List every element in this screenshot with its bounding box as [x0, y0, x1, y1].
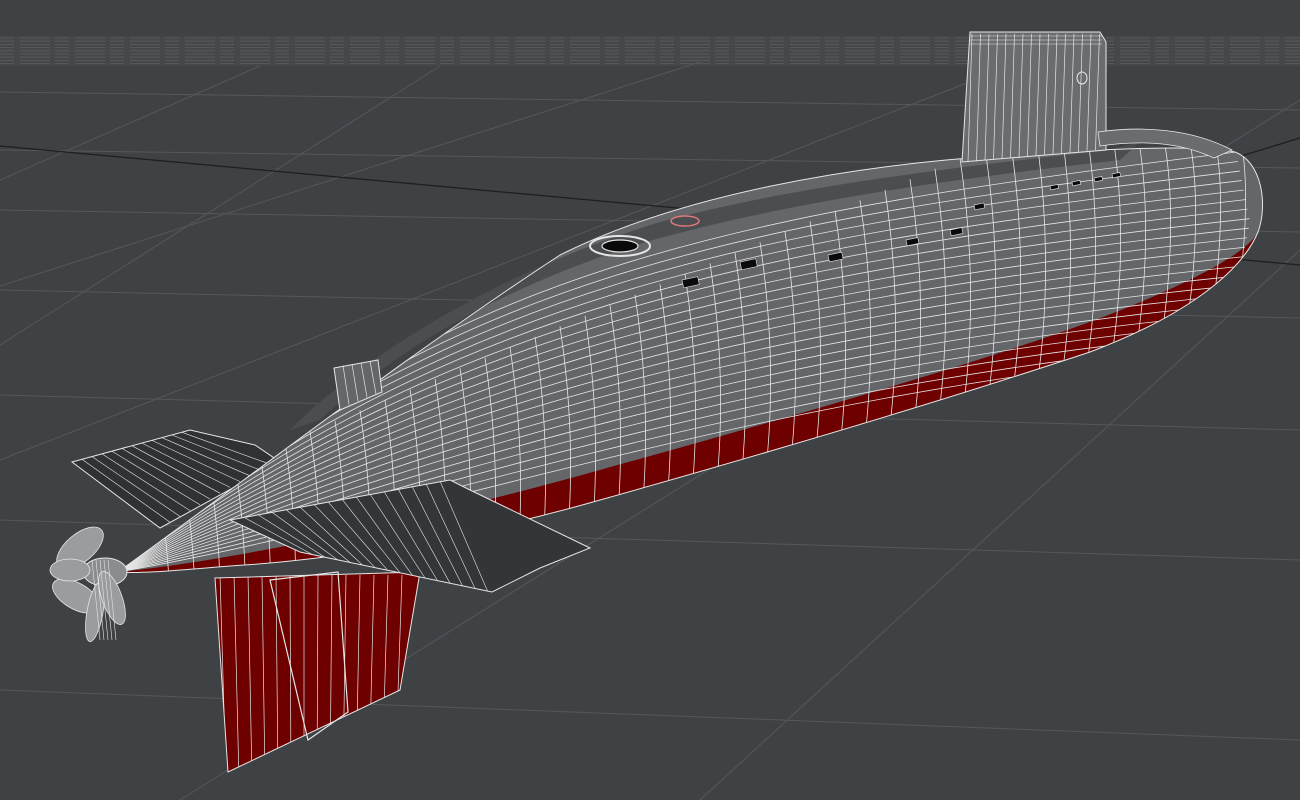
3d-viewport[interactable] [0, 0, 1300, 800]
sail-body [961, 31, 1107, 163]
round-hatch-inner [601, 239, 639, 253]
propeller-blade [49, 558, 91, 582]
sky-area [0, 0, 1300, 36]
